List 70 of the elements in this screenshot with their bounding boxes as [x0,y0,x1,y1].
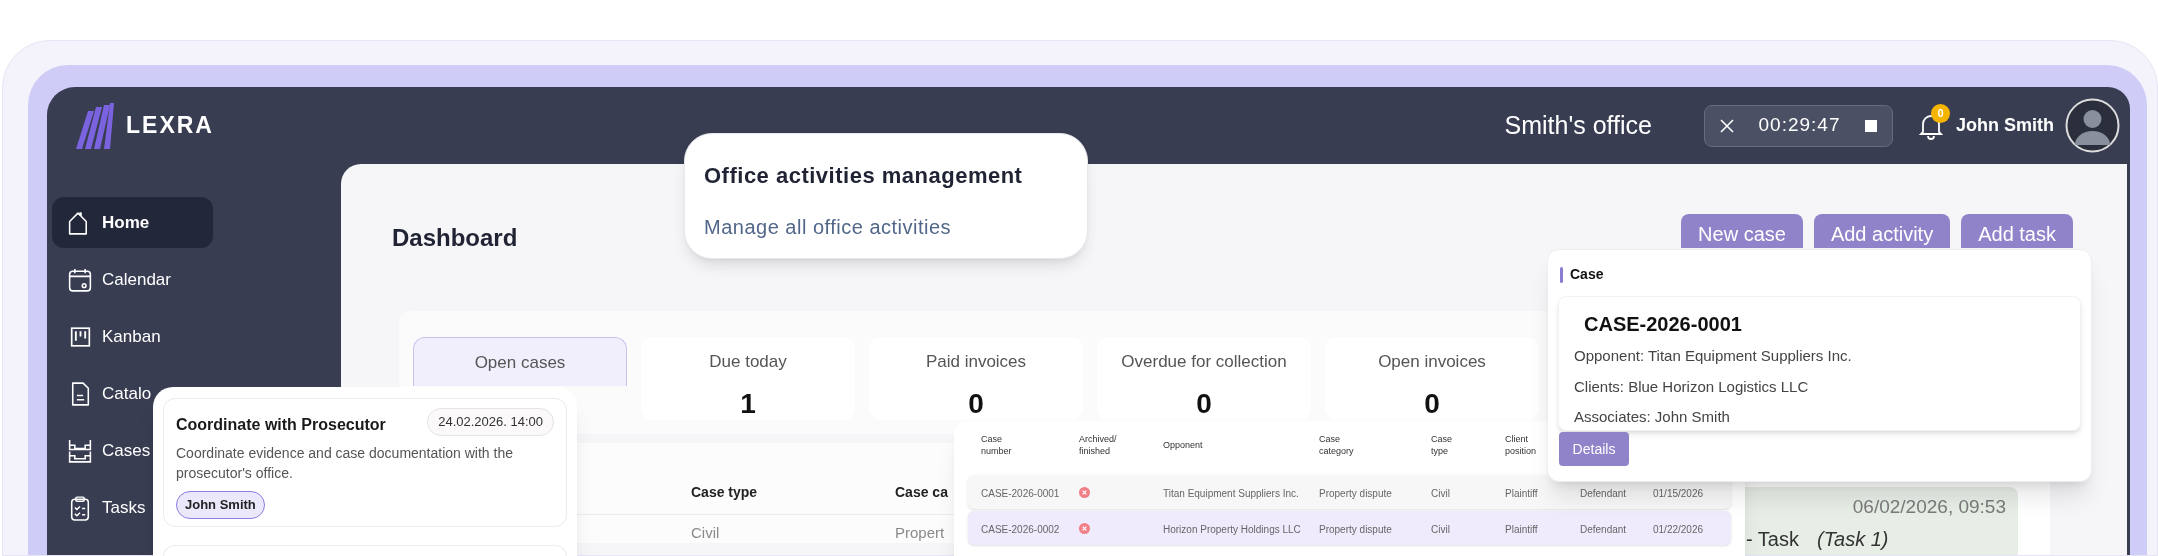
stat-card[interactable]: Due today 1 [641,337,855,420]
assignee-chip: John Smith [176,491,265,519]
stat-card[interactable]: Open cases [413,337,627,386]
callout-title: Office activities management [704,162,1024,190]
task-title: Coordinate with Prosecutor [176,415,386,435]
sidebar-item[interactable]: Calendar [52,254,171,305]
case-detail: Clients: Blue Horizon Logistics LLC [1574,376,1810,397]
stat-card[interactable]: Paid invoices 0 [869,337,1083,420]
activity-detail: (Task 1) [1817,526,1889,552]
logo-text: LEXRA [126,111,214,141]
table-cell: Defendant [1580,488,1627,499]
column-header: Case number [981,433,1012,457]
stat-card[interactable]: Open invoices 0 [1325,337,1539,420]
avatar[interactable] [2065,98,2120,153]
stat-label: Overdue for collection [1121,351,1287,373]
column-header: Case category [1319,433,1354,457]
timer-time: 00:29:47 [1758,113,1841,138]
column-header: Case type [691,484,758,500]
stop-icon[interactable] [1864,118,1878,133]
sidebar-item[interactable]: Kanban [52,311,161,362]
stat-card[interactable]: Overdue for collection 0 [1097,337,1311,420]
sidebar-item[interactable]: Cases [52,425,151,476]
close-icon[interactable] [1719,117,1735,134]
table-cell: Civil [691,524,720,541]
stat-label: Open invoices [1378,351,1486,373]
stat-value: 0 [968,386,984,421]
case-detail: Opponent: Titan Equipment Suppliers Inc. [1574,346,1853,366]
table-cell: Property dispute [1319,524,1392,535]
activity-title: - Task [1746,526,1799,552]
table-cell: Plaintiff [1505,524,1538,535]
task-description: Coordinate evidence and case documentation with the prosecutor's office. [176,444,514,483]
sidebar-item[interactable]: Catalo [52,368,152,419]
table-cell: Civil [1431,524,1450,535]
table-cell: 01/15/2026 [1653,488,1704,499]
stat-value: 1 [740,386,756,421]
table-cell: Defendant [1580,524,1627,535]
page-title: Dashboard [392,222,518,253]
case-detail: Associates: John Smith [1574,407,1731,427]
table-cell: Propert [895,524,945,541]
stat-label: Due today [709,351,787,373]
callout-subtitle: Manage all office activities [704,215,953,240]
activity-time: 06/02/2026, 09:53 [1852,495,2006,519]
stat-label: Open cases [474,352,566,374]
column-header: Client position [1505,433,1536,457]
due-date: 24.02.2026. 14:00 [427,408,554,436]
stat-label: Paid invoices [925,351,1027,373]
column-header: Case ca [895,484,948,500]
case-number: CASE-2026-0001 [1583,312,1743,337]
stat-value: 0 [1196,386,1212,421]
office-name: Smith's office [1504,109,1652,141]
column-header: Case type [1431,433,1452,457]
accent-bar [1560,266,1563,283]
preview-heading: Case [1570,265,1604,284]
column-header: Archived/ finished [1079,433,1117,457]
sidebar-item[interactable]: Home [52,197,213,248]
table-cell: 01/22/2026 [1653,524,1704,535]
table-cell: Property dispute [1319,488,1392,499]
sidebar-item[interactable]: Tasks [52,482,146,533]
user-name: John Smith [1956,114,2054,137]
table-cell: Civil [1431,488,1450,499]
table-cell: CASE-2026-0001 [981,488,1060,499]
table-row[interactable]: CASE-2026-0001 Titan Equipment Suppliers Inc. Property dispute Civil Plaintiff Defendant 01/15/2026 [968,475,1731,509]
table-cell: Plaintiff [1505,488,1538,499]
table-cell: Horizon Property Holdings LLC [1163,524,1301,535]
stat-value: 0 [1424,386,1440,421]
table-cell: CASE-2026-0002 [981,524,1060,535]
column-header: Opponent [1163,439,1203,451]
notification-badge: 0 [1931,103,1950,123]
table-cell: Titan Equipment Suppliers Inc. [1163,488,1299,499]
table-row[interactable]: CASE-2026-0002 Horizon Property Holdings LLC Property dispute Civil Plaintiff Defendant 01/22/2026 [968,511,1731,545]
